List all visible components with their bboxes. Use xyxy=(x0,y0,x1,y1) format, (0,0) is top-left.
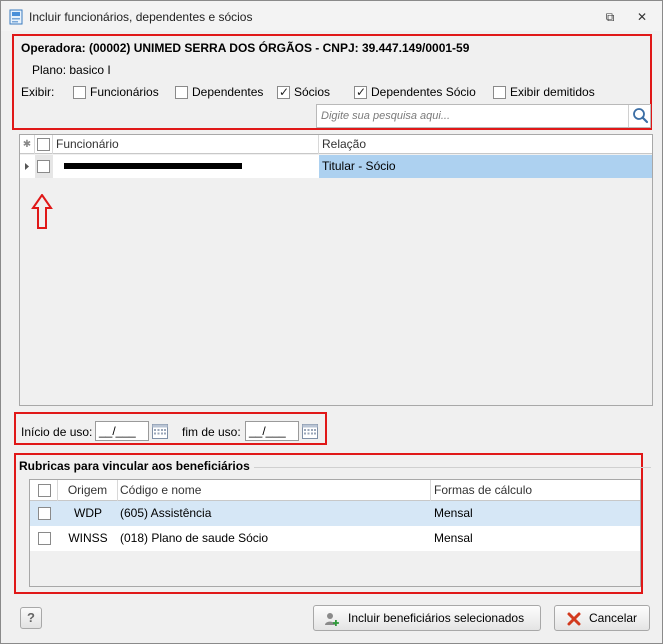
restore-button[interactable]: ⧉ xyxy=(601,9,619,25)
add-user-icon xyxy=(325,613,339,626)
table-row[interactable]: Titular - Sócio xyxy=(20,155,652,178)
rubricas-divider xyxy=(237,467,651,468)
employees-grid-header: ✱ Funcionário Relação xyxy=(20,135,652,154)
filter-dependentes-checkbox[interactable] xyxy=(175,86,188,99)
plano-label: Plano: basico I xyxy=(32,63,111,77)
rubrica-row-checkbox[interactable] xyxy=(38,532,51,545)
filter-dependentes-label: Dependentes xyxy=(192,85,264,99)
select-all-employees-checkbox[interactable] xyxy=(37,138,50,151)
rubricas-select-all-cell xyxy=(30,480,58,501)
row-indicator-header: ✱ xyxy=(20,135,35,154)
rubrica-codigo: (018) Plano de saude Sócio xyxy=(120,531,269,545)
dialog-window: Incluir funcionários, dependentes e sóci… xyxy=(0,0,663,644)
rubricas-grid-header: Origem Código e nome Formas de cálculo xyxy=(30,480,640,501)
filter-funcionarios-checkbox[interactable] xyxy=(73,86,86,99)
rubricas-grid: Origem Código e nome Formas de cálculo W… xyxy=(29,479,641,587)
close-button[interactable]: ✕ xyxy=(633,9,651,25)
column-origem[interactable]: Origem xyxy=(58,480,118,501)
fim-uso-input[interactable]: __/___ xyxy=(245,421,299,441)
operadora-label: Operadora: (00002) UNIMED SERRA DOS ÓRGÃ… xyxy=(21,41,470,55)
row-checkbox-cell xyxy=(35,155,53,178)
check-icon: ✓ xyxy=(356,85,367,99)
search-box xyxy=(316,104,651,128)
annotation-arrow-icon xyxy=(31,194,53,229)
window-title: Incluir funcionários, dependentes e sóci… xyxy=(29,10,253,24)
employees-grid: ✱ Funcionário Relação Titular - Sócio xyxy=(19,134,653,406)
app-icon xyxy=(9,9,23,25)
include-beneficiaries-button[interactable]: Incluir beneficiários selecionados xyxy=(313,605,541,631)
employee-row-checkbox[interactable] xyxy=(37,160,50,173)
rubrica-origem: WDP xyxy=(74,506,102,520)
close-icon xyxy=(567,612,581,626)
filter-exibir-demitidos-checkbox[interactable] xyxy=(493,86,506,99)
filter-socios-label: Sócios xyxy=(294,85,331,99)
rubrica-forma: Mensal xyxy=(434,531,473,545)
inicio-uso-label: Início de uso: xyxy=(21,425,93,439)
column-relacao[interactable]: Relação xyxy=(319,135,652,154)
filter-socios-checkbox[interactable]: ✓ xyxy=(277,85,290,99)
search-button[interactable] xyxy=(628,105,650,127)
select-all-cell xyxy=(35,135,53,154)
filter-funcionarios-label: Funcionários xyxy=(90,85,159,99)
column-codigo-nome[interactable]: Código e nome xyxy=(118,480,431,501)
calendar-icon xyxy=(302,424,318,439)
exibir-label: Exibir: xyxy=(21,85,55,99)
check-icon: ✓ xyxy=(279,85,290,99)
search-input[interactable] xyxy=(319,107,627,125)
table-row[interactable]: WINSS (018) Plano de saude Sócio Mensal xyxy=(30,526,640,551)
rubrica-origem: WINSS xyxy=(68,531,108,545)
relacao-cell: Titular - Sócio xyxy=(319,155,652,178)
rubrica-row-checkbox[interactable] xyxy=(38,507,51,520)
inicio-uso-input[interactable]: __/___ xyxy=(95,421,149,441)
include-button-label: Incluir beneficiários selecionados xyxy=(348,611,525,625)
rubricas-title: Rubricas para vincular aos beneficiários xyxy=(19,459,254,473)
fim-calendar-button[interactable] xyxy=(300,421,320,441)
column-funcionario[interactable]: Funcionário xyxy=(53,135,319,154)
help-button[interactable]: ? xyxy=(20,607,42,629)
calendar-icon xyxy=(152,424,168,439)
table-row[interactable]: WDP (605) Assistência Mensal xyxy=(30,501,640,526)
select-all-rubricas-checkbox[interactable] xyxy=(38,484,51,497)
cancel-button-label: Cancelar xyxy=(589,611,638,625)
title-bar: Incluir funcionários, dependentes e sóci… xyxy=(1,1,662,31)
rubrica-codigo: (605) Assistência xyxy=(120,506,212,520)
rubrica-forma: Mensal xyxy=(434,506,473,520)
filter-dependentes-socio-checkbox[interactable]: ✓ xyxy=(354,85,367,99)
filter-exibir-demitidos-label: Exibir demitidos xyxy=(510,85,595,99)
column-formas-calculo[interactable]: Formas de cálculo xyxy=(431,480,640,501)
cancel-button[interactable]: Cancelar xyxy=(554,605,650,631)
search-icon xyxy=(633,108,649,124)
row-pointer-icon xyxy=(25,163,29,170)
filter-dependentes-socio-label: Dependentes Sócio xyxy=(371,85,476,99)
inicio-calendar-button[interactable] xyxy=(150,421,170,441)
redacted-employee-name xyxy=(64,163,242,169)
fim-uso-label: fim de uso: xyxy=(182,425,241,439)
